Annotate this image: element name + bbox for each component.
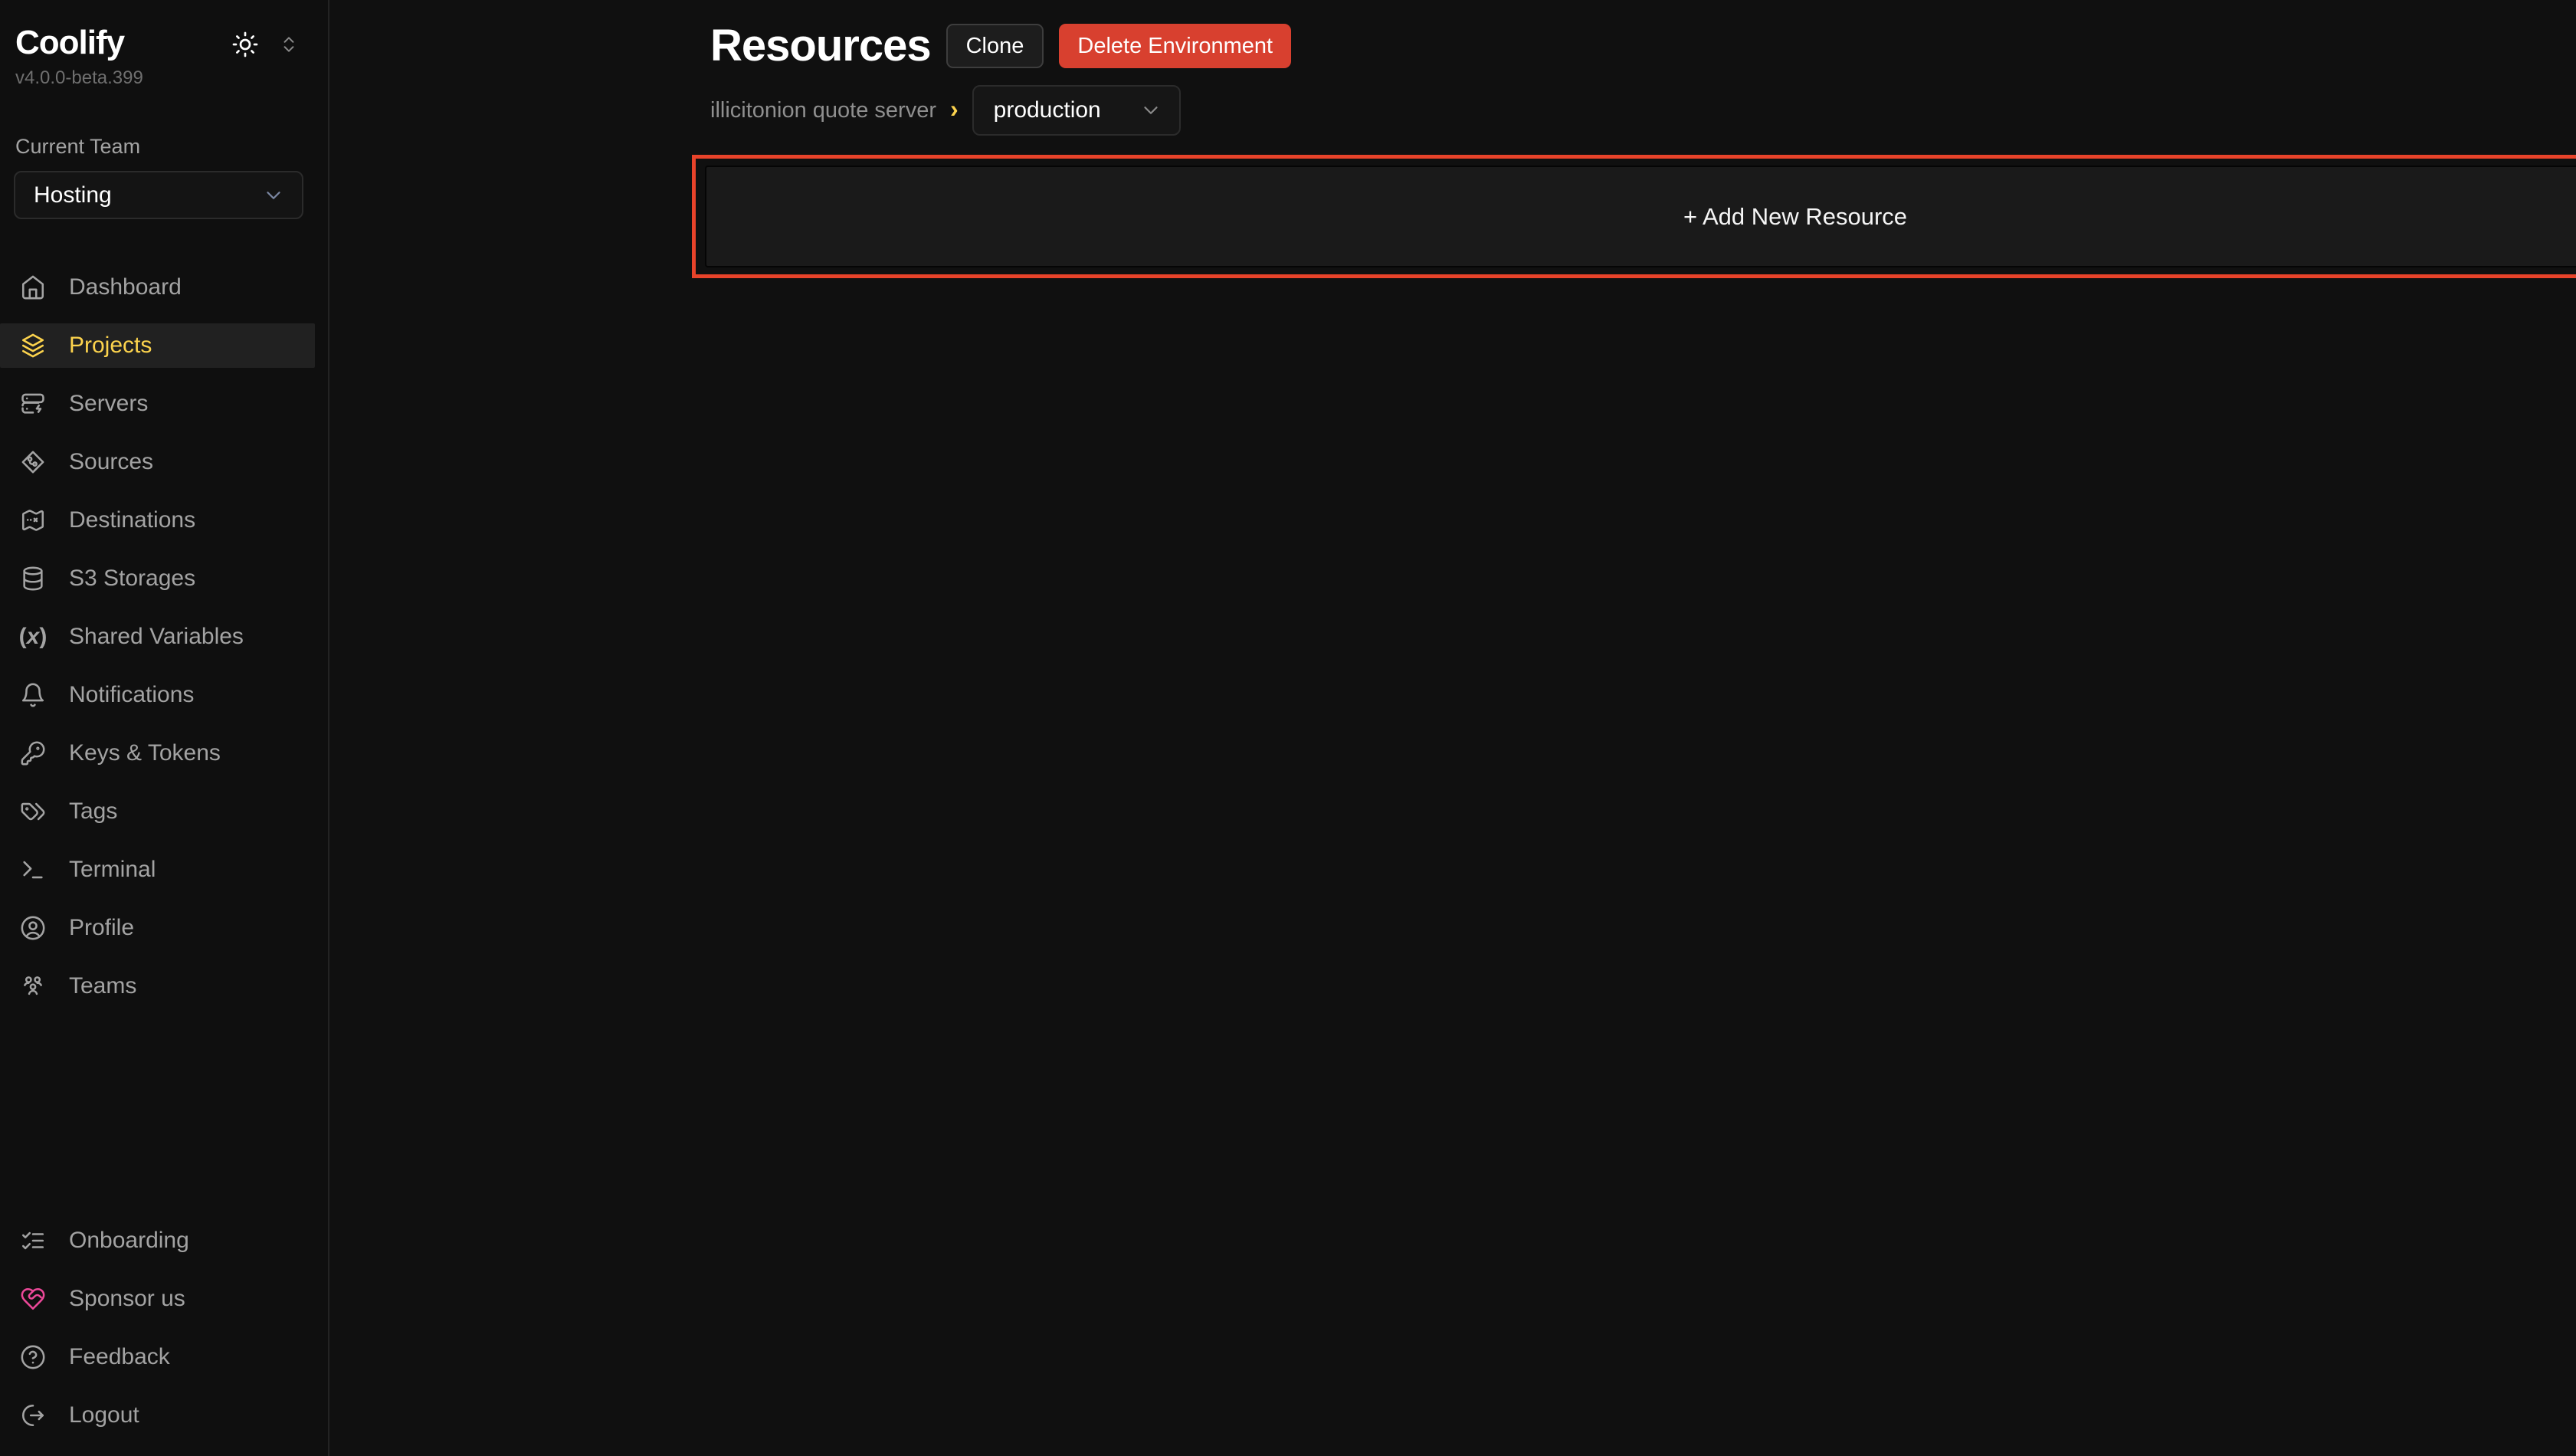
sidebar-item-servers[interactable]: Servers: [0, 382, 315, 426]
delete-environment-button[interactable]: Delete Environment: [1059, 24, 1291, 68]
variable-icon: (x): [20, 624, 46, 650]
app-window: Coolify v4.0.0-beta.399 Current Team: [0, 0, 2576, 1456]
sidebar-item-label: Projects: [69, 333, 152, 359]
sidebar-item-profile[interactable]: Profile: [0, 906, 315, 950]
sidebar-item-label: Onboarding: [69, 1228, 189, 1254]
sidebar-item-label: Dashboard: [69, 274, 182, 300]
add-new-resource-label: + Add New Resource: [1683, 203, 1907, 231]
sidebar-item-label: Tags: [69, 799, 117, 825]
main-content: Resources Clone Delete Environment illic…: [329, 0, 2576, 1456]
home-icon: [20, 274, 46, 300]
sidebar-item-label: Shared Variables: [69, 624, 244, 650]
team-section: Current Team Hosting: [0, 89, 328, 219]
sidebar-item-dashboard[interactable]: Dashboard: [0, 265, 315, 310]
sidebar-nav: Dashboard Projects Servers Sources: [0, 265, 328, 1022]
sun-icon[interactable]: [231, 31, 259, 58]
sidebar-item-label: Teams: [69, 973, 136, 999]
chevrons-up-down-icon[interactable]: [279, 34, 299, 54]
sidebar: Coolify v4.0.0-beta.399 Current Team: [0, 0, 329, 1456]
breadcrumb: illicitonion quote server › production: [710, 84, 2576, 136]
map-icon: [20, 507, 46, 533]
sidebar-header: Coolify: [0, 0, 328, 60]
logout-icon: [20, 1402, 46, 1428]
sidebar-item-label: Terminal: [69, 857, 156, 883]
users-icon: [20, 973, 46, 999]
sidebar-item-label: Notifications: [69, 682, 194, 708]
chevron-down-icon: [1139, 99, 1162, 122]
team-select[interactable]: Hosting: [14, 171, 303, 219]
database-icon: [20, 566, 46, 592]
help-circle-icon: [20, 1344, 46, 1370]
checklist-icon: [20, 1228, 46, 1254]
breadcrumb-project-link[interactable]: illicitonion quote server: [710, 98, 936, 123]
sidebar-item-tags[interactable]: Tags: [0, 789, 315, 834]
sidebar-item-label: Sponsor us: [69, 1286, 185, 1312]
heart-hands-icon: [20, 1286, 46, 1312]
sidebar-footer-nav: Onboarding Sponsor us Feedback Logout: [0, 1218, 328, 1456]
sidebar-item-label: S3 Storages: [69, 566, 195, 592]
clone-button[interactable]: Clone: [946, 24, 1044, 68]
git-diamond-icon: [20, 449, 46, 475]
page-header: Resources Clone Delete Environment: [710, 23, 2576, 69]
sidebar-item-terminal[interactable]: Terminal: [0, 848, 315, 892]
tags-icon: [20, 799, 46, 825]
sidebar-item-notifications[interactable]: Notifications: [0, 673, 315, 717]
sidebar-item-sponsor-us[interactable]: Sponsor us: [0, 1277, 315, 1321]
sidebar-item-shared-variables[interactable]: (x) Shared Variables: [0, 615, 315, 659]
sidebar-item-destinations[interactable]: Destinations: [0, 498, 315, 543]
page-title: Resources: [710, 23, 931, 69]
annotation-highlight-rectangle: + Add New Resource: [692, 155, 2576, 278]
sidebar-item-label: Sources: [69, 449, 153, 475]
sidebar-item-label: Profile: [69, 915, 134, 941]
sidebar-item-s3-storages[interactable]: S3 Storages: [0, 556, 315, 601]
sidebar-item-label: Keys & Tokens: [69, 740, 221, 766]
team-select-value: Hosting: [34, 182, 112, 208]
user-circle-icon: [20, 915, 46, 941]
sidebar-item-label: Servers: [69, 391, 148, 417]
sidebar-item-onboarding[interactable]: Onboarding: [0, 1218, 315, 1263]
chevron-down-icon: [262, 184, 285, 207]
key-icon: [20, 740, 46, 766]
sidebar-item-keys-tokens[interactable]: Keys & Tokens: [0, 731, 315, 776]
brand-logo[interactable]: Coolify: [15, 26, 124, 60]
server-icon: [20, 391, 46, 417]
add-new-resource-button[interactable]: + Add New Resource: [705, 166, 2576, 267]
sidebar-item-sources[interactable]: Sources: [0, 440, 315, 484]
layers-icon: [20, 333, 46, 359]
environment-select[interactable]: production: [972, 85, 1181, 136]
version-label: v4.0.0-beta.399: [0, 60, 328, 89]
terminal-icon: [20, 857, 46, 883]
sidebar-item-label: Destinations: [69, 507, 195, 533]
sidebar-item-feedback[interactable]: Feedback: [0, 1335, 315, 1379]
breadcrumb-chevron-icon: ›: [950, 97, 959, 124]
bell-icon: [20, 682, 46, 708]
sidebar-item-label: Feedback: [69, 1344, 170, 1370]
sidebar-item-teams[interactable]: Teams: [0, 964, 315, 1008]
environment-select-value: production: [994, 97, 1101, 123]
current-team-label: Current Team: [14, 135, 303, 159]
sidebar-item-label: Logout: [69, 1402, 139, 1428]
sidebar-item-projects[interactable]: Projects: [0, 323, 315, 368]
sidebar-item-logout[interactable]: Logout: [0, 1393, 315, 1438]
